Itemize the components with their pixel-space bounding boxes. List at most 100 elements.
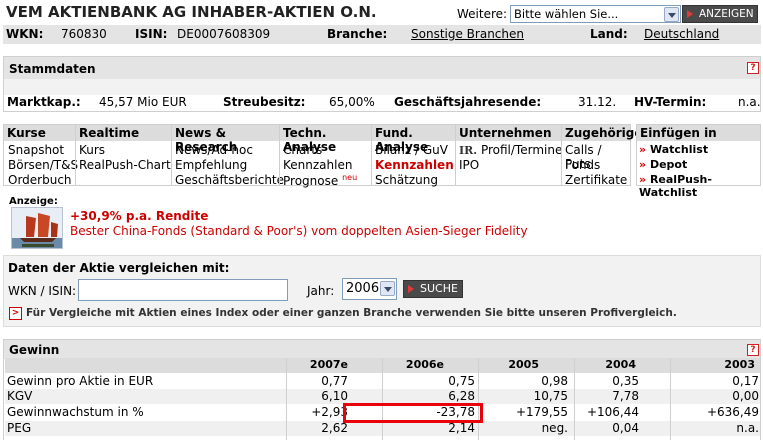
table-cell: 0,00 xyxy=(732,389,759,403)
nav-item-schaetzung[interactable]: Schätzung xyxy=(375,173,438,187)
nav-item-empfehlung[interactable]: Empfehlung xyxy=(175,158,247,172)
stammdaten-title: Stammdaten xyxy=(4,57,760,79)
ad-headline[interactable]: +30,9% p.a. Rendite xyxy=(70,209,208,223)
branche-label: Branche: xyxy=(327,27,388,41)
land-link[interactable]: Deutschland xyxy=(644,27,719,41)
nav-item-kurs[interactable]: Kurs xyxy=(79,143,105,157)
nav-item-kennzahlen-fund[interactable]: Kennzahlen xyxy=(375,158,454,172)
land-label: Land: xyxy=(590,27,628,41)
nav-item-bilanz-guv[interactable]: Bilanz / GuV xyxy=(375,143,448,157)
stammdaten-panel: Stammdaten Marktkap.: 45,57 Mio EUR Stre… xyxy=(3,56,761,112)
table-cell: 0,17 xyxy=(732,374,759,388)
divider xyxy=(561,125,562,185)
divider xyxy=(279,125,280,185)
table-cell: n.a. xyxy=(736,421,759,435)
einfuegen-head: Einfügen in xyxy=(637,125,760,141)
nav-head-news-research: News & Research xyxy=(172,125,279,154)
ad-label: Anzeige: xyxy=(9,196,58,207)
nav-item-zertifikate[interactable]: Zertifikate xyxy=(565,173,627,187)
col-2005: 2005 xyxy=(508,358,539,371)
wkn-isin-label: WKN / ISIN: xyxy=(8,284,77,298)
table-cell: 7,78 xyxy=(612,389,639,403)
page-title: VEM AKTIENBANK AG INHABER-AKTIEN O.N. xyxy=(6,3,377,21)
divider xyxy=(171,125,172,185)
einfuegen-depot[interactable]: » Depot xyxy=(639,158,687,171)
divider xyxy=(75,125,76,185)
wkn-isin-input[interactable] xyxy=(78,279,288,301)
nav-item-boersen-ts[interactable]: Börsen/T&S xyxy=(8,158,78,172)
isin-label: ISIN: xyxy=(135,27,168,41)
nav-item-profil-termine[interactable]: IR. Profil/Termine xyxy=(459,143,562,157)
highlight-box xyxy=(343,403,483,423)
marktkap-value: 45,57 Mio EUR xyxy=(99,95,187,109)
nav-item-kennzahlen-tech[interactable]: Kennzahlen xyxy=(283,158,352,172)
divider xyxy=(670,358,671,440)
table-cell: 6,10 xyxy=(321,389,348,403)
suche-button-label: SUCHE xyxy=(420,282,458,295)
divider xyxy=(478,358,479,440)
branche-link[interactable]: Sonstige Branchen xyxy=(411,27,524,41)
nav-item-news-adhoc[interactable]: News/Ad-hoc xyxy=(175,143,253,157)
table-cell: +106,44 xyxy=(586,405,639,419)
nav-item-realpush-chart[interactable]: RealPush-Chart xyxy=(79,158,171,172)
gewinn-title: Gewinn xyxy=(4,340,760,359)
divider xyxy=(574,358,575,440)
ad-image[interactable] xyxy=(11,207,63,249)
prognose-label: Prognose xyxy=(283,174,339,188)
chevron-down-icon xyxy=(664,7,679,22)
suche-button[interactable]: SUCHE xyxy=(403,280,463,298)
jahr-select[interactable]: 2006 xyxy=(342,278,397,300)
row-label: KGV xyxy=(7,389,33,403)
weitere-select[interactable]: Bitte wählen Sie... xyxy=(510,5,681,23)
help-icon[interactable]: ? xyxy=(747,62,759,74)
divider xyxy=(455,125,456,185)
chevron-down-icon xyxy=(380,281,395,296)
nav-item-geschaeftsberichte[interactable]: Geschäftsberichte xyxy=(175,173,284,187)
row-label: Gewinnwachstum in % xyxy=(7,405,144,419)
chevron-right-icon: » xyxy=(639,143,647,156)
ad-text[interactable]: Bester China-Fonds (Standard & Poor's) v… xyxy=(70,224,528,238)
einfuegen-watchlist[interactable]: » Watchlist xyxy=(639,143,708,156)
table-cell: 6,28 xyxy=(448,389,475,403)
stammdaten-spacer xyxy=(4,79,760,95)
divider xyxy=(286,358,287,440)
geschaeftsjahresende-value: 31.12. xyxy=(578,95,617,109)
play-arrow-icon xyxy=(408,285,414,293)
streubesitz-label: Streubesitz: xyxy=(223,95,306,109)
nav-item-orderbuch[interactable]: Orderbuch xyxy=(8,173,72,187)
ir-logo-icon: IR. xyxy=(459,144,478,157)
nav-item-snapshot[interactable]: Snapshot xyxy=(8,143,64,157)
col-2006e: 2006e xyxy=(405,358,444,371)
security-info-row: WKN: 760830 ISIN: DE0007608309 Branche: … xyxy=(3,25,761,44)
nav-item-prognose[interactable]: Prognose neu xyxy=(283,173,357,188)
stammdaten-values: Marktkap.: 45,57 Mio EUR Streubesitz: 65… xyxy=(4,95,761,111)
table-cell: 0,77 xyxy=(321,374,348,388)
nav-head-fund-analyse: Fund. Analyse xyxy=(372,125,455,154)
help-icon[interactable]: ? xyxy=(747,344,759,356)
neu-badge: neu xyxy=(342,173,358,182)
nav-head-kurse: Kurse xyxy=(4,125,75,141)
row-label: Gewinn pro Aktie in EUR xyxy=(7,374,154,388)
compare-title: Daten der Aktie vergleichen mit: xyxy=(8,261,230,275)
row-label: PEG xyxy=(7,421,32,435)
jahr-label: Jahr: xyxy=(307,284,335,298)
nav-head-techn-analyse: Techn. Analyse xyxy=(280,125,371,154)
wkn-value: 760830 xyxy=(61,27,107,41)
anzeigen-button-label: ANZEIGEN xyxy=(699,8,754,20)
table-cell: 2,14 xyxy=(448,421,475,435)
isin-value: DE0007608309 xyxy=(177,27,271,41)
nav-item-charts[interactable]: Charts xyxy=(283,143,322,157)
table-cell: 0,75 xyxy=(448,374,475,388)
nav-item-fonds[interactable]: Fonds xyxy=(565,158,600,172)
einfuegen-realpush-watchlist[interactable]: » RealPush-Watchlist xyxy=(639,173,760,199)
depot-label: Depot xyxy=(649,158,688,171)
einfuegen-panel: Einfügen in » Watchlist » Depot » RealPu… xyxy=(636,124,761,199)
hv-termin-label: HV-Termin: xyxy=(634,95,707,109)
weitere-select-value: Bitte wählen Sie... xyxy=(514,7,619,21)
anzeigen-button[interactable]: ANZEIGEN xyxy=(682,5,758,23)
nav-item-ipo[interactable]: IPO xyxy=(459,158,479,172)
compare-hint[interactable]: Für Vergleiche mit Aktien eines Index od… xyxy=(26,307,677,319)
hv-termin-value: n.a. xyxy=(738,95,761,109)
chevron-right-icon[interactable]: > xyxy=(9,307,22,320)
streubesitz-value: 65,00% xyxy=(329,95,375,109)
